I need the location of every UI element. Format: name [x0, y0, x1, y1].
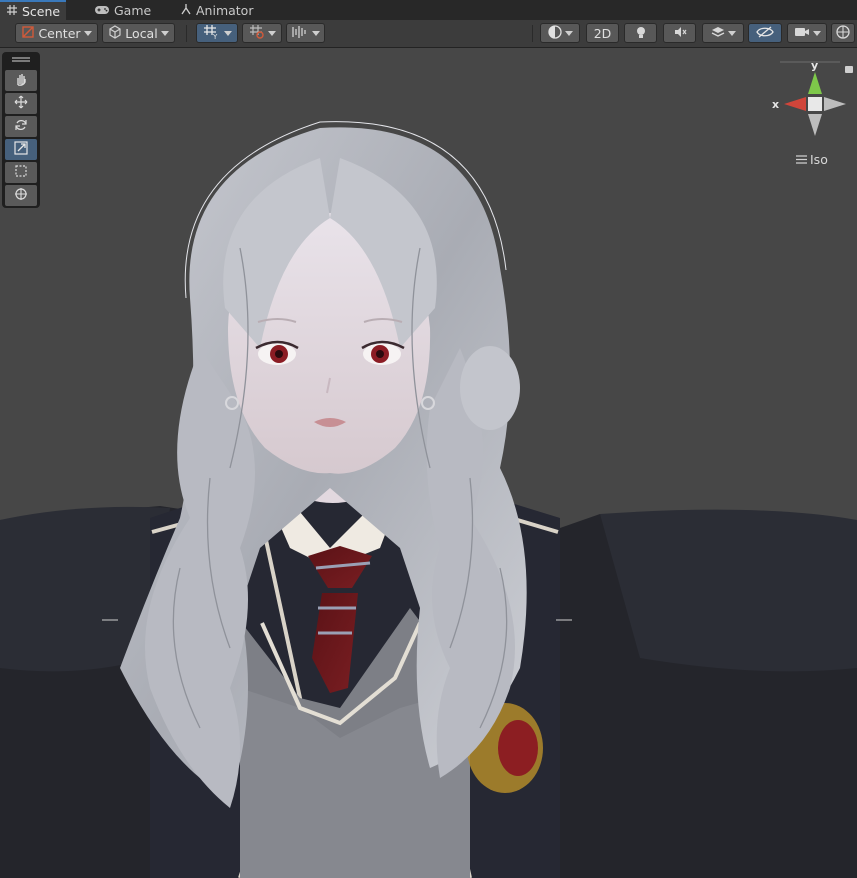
align-icon [291, 25, 309, 42]
shading-sphere-icon [547, 24, 562, 42]
rotate-icon [14, 118, 28, 135]
gizmos-toggle[interactable] [831, 23, 855, 43]
tab-scene[interactable]: Scene [0, 0, 67, 20]
pivot-space-label: Local [125, 25, 158, 41]
y-axis-label: y [811, 60, 818, 72]
pivot-mode-dropdown[interactable]: Center [15, 23, 98, 43]
align-snapping-button[interactable] [286, 23, 325, 43]
gizmo-center-cube[interactable] [808, 97, 822, 111]
editor-tab-bar: Scene Game Animator [0, 0, 857, 20]
gamepad-icon [94, 3, 110, 18]
toolbar-divider [532, 25, 533, 42]
projection-toggle[interactable]: Iso [796, 152, 828, 167]
toolbar-divider [186, 25, 187, 42]
rect-tool-button[interactable] [5, 162, 37, 183]
projection-label: Iso [810, 152, 828, 167]
transform-icon [14, 187, 28, 204]
pivot-icon [21, 25, 35, 42]
neg-x-axis-cone[interactable] [824, 97, 846, 111]
camera-settings-dropdown[interactable] [787, 23, 827, 43]
hand-icon [14, 72, 28, 89]
audio-toggle[interactable] [663, 23, 696, 43]
chevron-down-icon [223, 30, 232, 36]
menu-lines-icon [796, 152, 807, 167]
x-axis-cone[interactable] [784, 97, 806, 111]
tab-game[interactable]: Game [88, 0, 157, 20]
chevron-down-icon [267, 30, 276, 36]
svg-text:Y: Y [212, 33, 218, 40]
chevron-down-icon [727, 30, 736, 36]
lock-icon[interactable] [845, 66, 853, 73]
2d-mode-label: 2D [593, 25, 612, 41]
chevron-down-icon [564, 30, 573, 36]
scene-visibility-toggle[interactable] [748, 23, 782, 43]
lighting-toggle[interactable] [624, 23, 657, 43]
snap-increment-icon [249, 24, 265, 43]
increment-snapping-button[interactable] [242, 23, 282, 43]
pivot-space-dropdown[interactable]: Local [102, 23, 175, 43]
hand-tool-button[interactable] [5, 70, 37, 91]
tab-animator[interactable]: Animator [174, 0, 259, 20]
move-tool-button[interactable] [5, 93, 37, 114]
cube-icon [108, 24, 122, 42]
pivot-mode-label: Center [38, 25, 81, 41]
gizmo-sphere-icon [836, 24, 850, 42]
scale-icon [14, 141, 28, 158]
tab-animator-label: Animator [196, 2, 254, 18]
tab-game-label: Game [114, 2, 152, 18]
y-axis-cone[interactable] [808, 72, 822, 94]
chevron-down-icon [160, 30, 169, 36]
draw-mode-dropdown[interactable] [540, 23, 580, 43]
2d-mode-toggle[interactable]: 2D [586, 23, 619, 43]
move-icon [14, 95, 28, 112]
orientation-gizmo[interactable]: y x [770, 59, 850, 160]
rect-icon [14, 164, 28, 181]
scene-viewport[interactable]: y x Iso [0, 48, 857, 878]
layers-icon [711, 25, 725, 42]
lightbulb-icon [634, 25, 648, 42]
chevron-down-icon [83, 30, 92, 36]
speaker-muted-icon [673, 25, 687, 42]
scene-toolbar: Center Local Y 2D [0, 20, 857, 48]
x-axis-label: x [772, 98, 779, 111]
grid-icon [6, 4, 18, 19]
neg-y-axis-cone[interactable] [808, 114, 822, 136]
effects-dropdown[interactable] [702, 23, 744, 43]
chevron-down-icon [812, 30, 821, 36]
transform-tool-button[interactable] [5, 185, 37, 206]
animator-icon [180, 3, 192, 18]
rotate-tool-button[interactable] [5, 116, 37, 137]
chevron-down-icon [312, 30, 320, 36]
scale-tool-button[interactable] [5, 139, 37, 160]
grid-snapping-button[interactable]: Y [196, 23, 238, 43]
avatar-render [0, 121, 857, 878]
camera-icon [794, 26, 810, 41]
tool-palette [2, 52, 40, 208]
eye-hidden-icon [756, 26, 774, 41]
grid-snap-icon: Y [203, 24, 221, 43]
palette-grip[interactable] [12, 57, 30, 59]
tab-scene-label: Scene [22, 3, 61, 19]
